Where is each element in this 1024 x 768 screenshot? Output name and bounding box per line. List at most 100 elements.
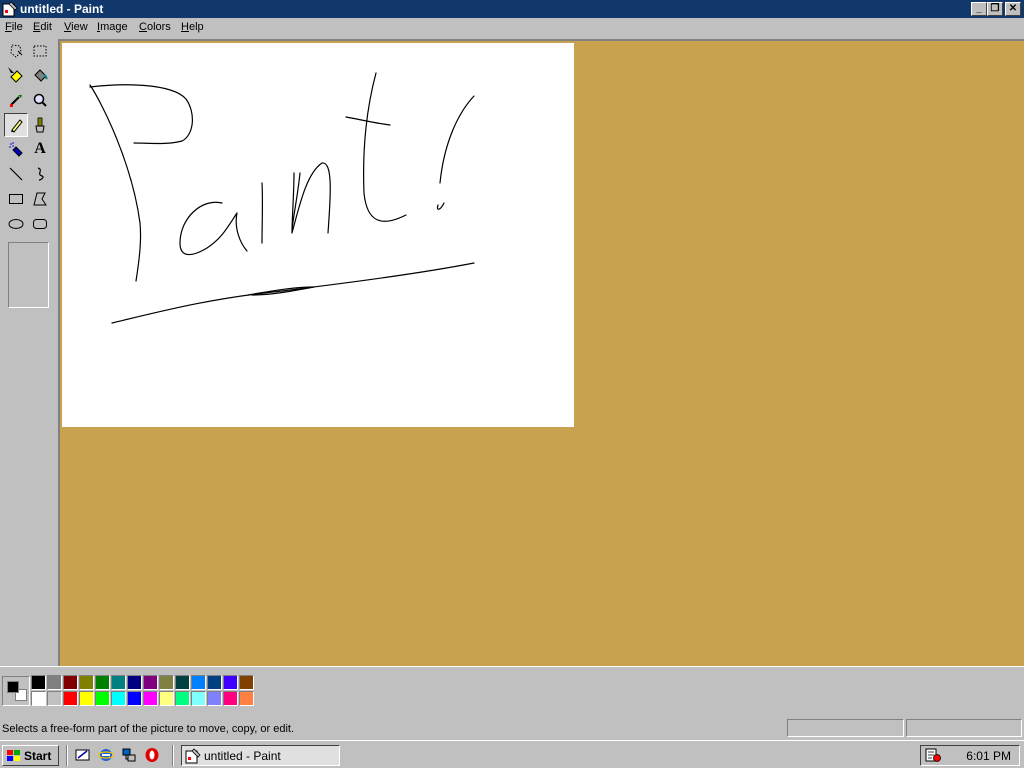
menu-image[interactable]: Image <box>97 21 128 33</box>
tool-airbrush[interactable] <box>4 137 28 161</box>
title-bar[interactable]: untitled - Paint _ ❐ ✕ <box>0 0 1024 18</box>
tool-pick-color[interactable] <box>4 88 28 112</box>
tool-free-form-select[interactable] <box>4 39 28 63</box>
window-title: untitled - Paint <box>20 2 104 16</box>
paint-app-icon <box>185 747 201 763</box>
palette-swatch[interactable] <box>47 691 62 706</box>
stroke-p <box>89 84 142 282</box>
system-tray: 6:01 PM <box>920 745 1020 766</box>
palette-swatch[interactable] <box>79 675 94 690</box>
brush-icon <box>35 117 45 133</box>
palette-swatch[interactable] <box>223 675 238 690</box>
taskbar-button-paint[interactable]: untitled - Paint <box>181 745 340 766</box>
palette-swatch[interactable] <box>191 691 206 706</box>
network-icon[interactable] <box>121 747 137 763</box>
status-text: Selects a free-form part of the picture … <box>2 723 295 735</box>
palette-swatch[interactable] <box>111 691 126 706</box>
tool-text[interactable]: A <box>28 137 52 161</box>
tool-eraser[interactable] <box>4 63 28 87</box>
palette-swatch[interactable] <box>207 675 222 690</box>
palette-swatch[interactable] <box>239 675 254 690</box>
taskbar-separator <box>172 745 174 766</box>
tool-options-box[interactable] <box>8 242 49 308</box>
palette-swatch[interactable] <box>31 691 46 706</box>
rectangle-icon <box>9 194 23 204</box>
palette-swatch[interactable] <box>223 691 238 706</box>
palette-swatch[interactable] <box>63 691 78 706</box>
opera-icon[interactable] <box>144 747 160 763</box>
tool-polygon[interactable] <box>28 187 52 211</box>
stroke-exclaim <box>439 95 475 184</box>
menu-colors[interactable]: Colors <box>139 21 171 33</box>
rounded-rectangle-icon <box>33 219 47 229</box>
status-bar: Selects a free-form part of the picture … <box>0 716 1024 740</box>
palette-swatch[interactable] <box>127 675 142 690</box>
text-icon: A <box>34 140 46 157</box>
tool-rectangle[interactable] <box>4 187 28 211</box>
toolbox: A <box>0 39 58 666</box>
palette-swatch[interactable] <box>143 675 158 690</box>
status-pane-coordinates <box>787 719 904 737</box>
tool-rounded-rectangle[interactable] <box>28 212 52 236</box>
drawing-canvas[interactable] <box>62 43 574 427</box>
tool-select[interactable] <box>28 39 52 63</box>
stroke-n <box>291 162 331 234</box>
tool-ellipse[interactable] <box>4 212 28 236</box>
palette-swatch[interactable] <box>95 675 110 690</box>
tool-magnifier[interactable] <box>28 88 52 112</box>
start-label: Start <box>24 748 52 763</box>
pick-color-icon <box>10 95 22 107</box>
stroke-underline <box>111 262 475 324</box>
paint-app-icon[interactable] <box>2 1 18 17</box>
palette-swatch[interactable] <box>63 675 78 690</box>
magnifier-icon <box>33 93 47 107</box>
fill-bucket-icon <box>34 69 48 82</box>
free-form-select-icon <box>10 44 23 58</box>
menu-help[interactable]: Help <box>181 21 204 33</box>
taskbar: Start untitled - Paint 6:01 PM <box>0 740 1024 768</box>
palette-swatch[interactable] <box>79 691 94 706</box>
windows-logo-icon <box>7 749 20 761</box>
select-icon <box>33 45 47 57</box>
stroke-t-bar <box>345 116 391 126</box>
eraser-icon <box>8 67 23 83</box>
stroke-t-stem <box>363 72 407 222</box>
show-desktop-icon[interactable] <box>75 747 91 763</box>
curve-icon <box>37 167 44 181</box>
ellipse-icon <box>8 219 24 229</box>
internet-explorer-icon[interactable] <box>98 747 114 763</box>
clock[interactable]: 6:01 PM <box>966 749 1011 763</box>
restore-button[interactable]: ❐ <box>987 2 1003 16</box>
menu-view[interactable]: View <box>64 21 88 33</box>
palette-swatch[interactable] <box>159 691 174 706</box>
menu-file[interactable]: File <box>5 21 23 33</box>
palette-swatch[interactable] <box>111 675 126 690</box>
palette-swatch[interactable] <box>159 675 174 690</box>
current-colors[interactable] <box>2 676 30 706</box>
palette-swatch[interactable] <box>175 675 190 690</box>
menu-bar: File Edit View Image Colors Help <box>0 18 1024 38</box>
close-button[interactable]: ✕ <box>1005 2 1021 16</box>
palette-swatch[interactable] <box>47 675 62 690</box>
palette-swatch[interactable] <box>191 675 206 690</box>
palette-swatch[interactable] <box>127 691 142 706</box>
tool-line[interactable] <box>4 162 28 186</box>
menu-edit[interactable]: Edit <box>33 21 52 33</box>
palette-swatch[interactable] <box>95 691 110 706</box>
minimize-button[interactable]: _ <box>971 2 987 16</box>
tool-brush[interactable] <box>28 113 52 137</box>
foreground-color-swatch[interactable] <box>7 681 19 693</box>
status-pane-size <box>906 719 1022 737</box>
palette-swatch[interactable] <box>143 691 158 706</box>
taskbar-separator <box>66 745 68 766</box>
stroke-a <box>179 201 248 256</box>
tool-curve[interactable] <box>28 162 52 186</box>
tool-pencil[interactable] <box>4 113 28 137</box>
palette-swatch[interactable] <box>175 691 190 706</box>
palette-swatch[interactable] <box>31 675 46 690</box>
palette-swatch[interactable] <box>239 691 254 706</box>
scheduler-icon[interactable] <box>925 747 941 763</box>
start-button[interactable]: Start <box>2 745 59 766</box>
tool-fill[interactable] <box>28 63 52 87</box>
palette-swatch[interactable] <box>207 691 222 706</box>
